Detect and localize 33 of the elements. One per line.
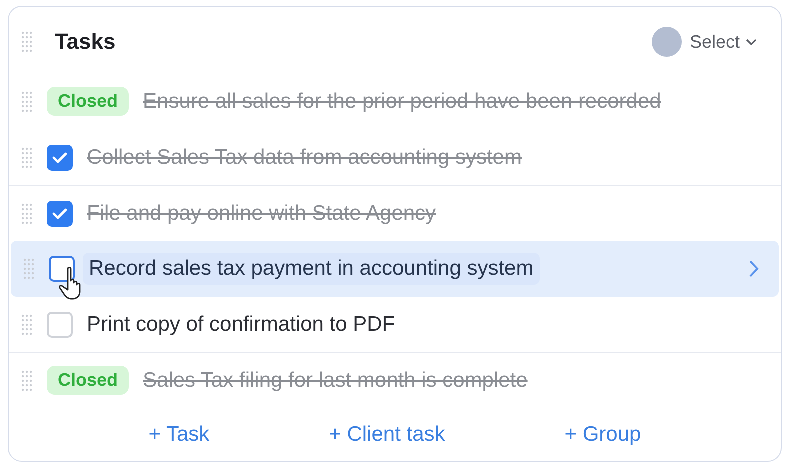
task-label: Ensure all sales for the prior period have been recorded (143, 90, 662, 114)
check-icon (52, 208, 68, 220)
drag-handle-icon[interactable] (21, 202, 33, 224)
add-button[interactable]: + Task (148, 422, 210, 447)
drag-handle-icon[interactable] (21, 146, 33, 169)
task-label: Sales Tax filing for last month is complete (143, 368, 528, 393)
drag-handle-icon[interactable] (21, 370, 33, 392)
checkbox[interactable] (47, 144, 73, 171)
status-badge: Closed (47, 87, 130, 116)
avatar-icon (652, 27, 682, 58)
assignee-select[interactable]: Select (652, 27, 757, 58)
chevron-down-icon (746, 38, 757, 46)
add-button[interactable]: + Client task (329, 422, 446, 447)
checkbox[interactable] (47, 200, 73, 226)
task-row[interactable]: Collect Sales Tax data from accounting system (9, 129, 781, 186)
drag-handle-icon[interactable] (21, 314, 33, 336)
task-label: Record sales tax payment in accounting system (83, 253, 540, 286)
card-title: Tasks (55, 29, 117, 56)
drag-handle-icon[interactable] (21, 31, 33, 54)
checkbox[interactable] (49, 256, 75, 282)
task-label: Print copy of confirmation to PDF (87, 313, 396, 338)
task-row[interactable]: Closed Ensure all sales for the prior period have been recorded (9, 74, 781, 130)
selected-task-row[interactable]: Record sales tax payment in accounting system (11, 240, 779, 297)
drag-handle-icon[interactable] (23, 258, 35, 280)
chevron-right-icon[interactable] (749, 260, 759, 278)
add-button[interactable]: + Group (564, 422, 642, 447)
check-icon (52, 152, 68, 164)
task-label: Collect Sales Tax data from accounting system (87, 146, 522, 170)
task-label: File and pay online with State Agency (87, 202, 436, 226)
drag-handle-icon[interactable] (21, 90, 33, 113)
task-row[interactable]: Closed Sales Tax filing for last month is complete (9, 352, 781, 408)
status-badge: Closed (47, 366, 130, 396)
task-row[interactable]: Print copy of confirmation to PDF (9, 296, 781, 352)
